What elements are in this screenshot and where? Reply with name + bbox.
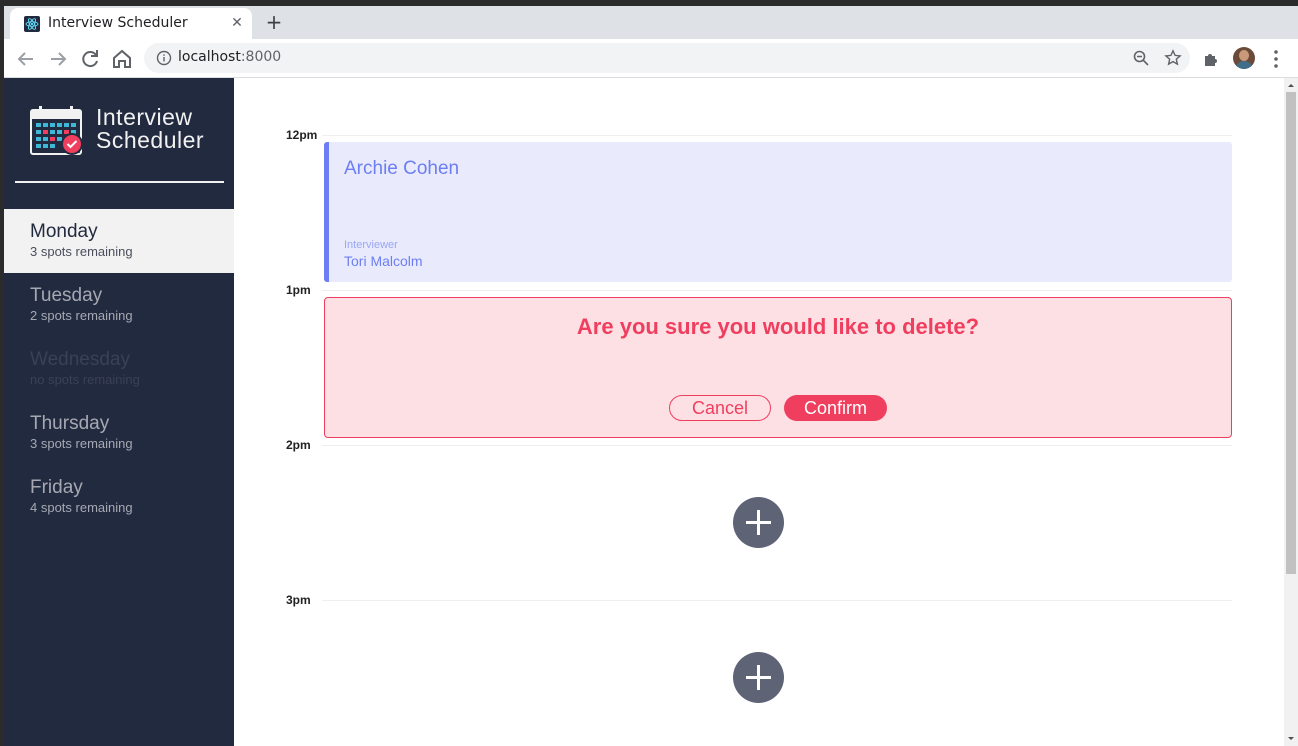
day-name: Thursday [30,413,110,434]
student-name: Archie Cohen [344,158,460,179]
extensions-puzzle-icon[interactable] [1200,47,1224,71]
profile-avatar[interactable] [1233,47,1255,69]
page-content: Interview Scheduler Monday 3 spots remai… [4,78,1298,746]
time-divider [322,600,1232,601]
day-list-item-friday[interactable]: Friday 4 spots remaining [4,465,234,529]
day-list-item-monday[interactable]: Monday 3 spots remaining [4,209,234,273]
info-icon[interactable] [156,50,172,66]
sidebar: Interview Scheduler Monday 3 spots remai… [4,78,234,746]
day-name: Monday [30,221,98,242]
tab-close-icon[interactable]: ✕ [228,14,246,32]
day-spots: 3 spots remaining [30,244,133,259]
day-name: Wednesday [30,349,130,370]
url-port: :8000 [240,49,282,65]
logo-line-2: Scheduler [96,127,205,153]
day-name: Friday [30,477,83,498]
back-arrow-icon[interactable] [14,47,38,71]
reload-icon[interactable] [78,47,102,71]
day-spots: no spots remaining [30,372,140,387]
forward-arrow-icon[interactable] [46,47,70,71]
browser-menu-icon[interactable] [1264,47,1288,71]
time-divider [322,135,1232,136]
sidebar-separator [15,181,224,183]
plus-icon [746,665,771,690]
new-tab-button[interactable]: + [262,10,286,34]
scroll-down-arrow-icon[interactable] [1284,732,1298,746]
day-list-item-tuesday[interactable]: Tuesday 2 spots remaining [4,273,234,337]
react-favicon-icon [24,16,40,32]
cancel-button[interactable]: Cancel [669,395,771,421]
delete-confirm-card: Are you sure you would like to delete? C… [324,297,1232,438]
day-spots: 4 spots remaining [30,500,133,515]
calendar-logo-icon [30,106,83,155]
browser-toolbar: localhost:8000 [4,39,1298,78]
interviewer-name: Tori Malcolm [344,253,423,269]
time-divider [322,445,1232,446]
confirm-button[interactable]: Confirm [784,395,887,421]
logo-line-1: Interview [96,104,193,130]
scroll-up-arrow-icon[interactable] [1284,78,1298,92]
time-label-12pm: 12pm [286,128,318,142]
confirm-message: Are you sure you would like to delete? [576,314,980,339]
interviewer-label: Interviewer [344,239,398,251]
day-list-item-wednesday[interactable]: Wednesday no spots remaining [4,337,234,401]
zoom-icon[interactable] [1132,49,1150,67]
add-appointment-button[interactable] [733,652,784,703]
page-scrollbar[interactable] [1284,78,1298,746]
browser-tab[interactable]: Interview Scheduler ✕ [10,8,252,39]
url-host: localhost [178,49,241,65]
tab-title: Interview Scheduler [48,15,188,31]
schedule: 12pm 1pm 2pm 3pm Archie Cohen Interviewe… [234,78,1284,746]
day-spots: 3 spots remaining [30,436,133,451]
home-icon[interactable] [110,47,134,71]
day-name: Tuesday [30,285,103,306]
bookmark-star-icon[interactable] [1164,49,1182,67]
url-text: localhost:8000 [178,49,281,65]
day-list: Monday 3 spots remaining Tuesday 2 spots… [4,209,234,529]
app-logo-text: Interview Scheduler [96,106,204,152]
day-spots: 2 spots remaining [30,308,133,323]
time-label-3pm: 3pm [286,593,311,607]
address-bar[interactable]: localhost:8000 [144,43,1190,73]
day-list-item-thursday[interactable]: Thursday 3 spots remaining [4,401,234,465]
plus-icon [746,510,771,535]
add-appointment-button[interactable] [733,497,784,548]
scrollbar-thumb[interactable] [1286,92,1296,574]
appointment-card[interactable]: Archie Cohen Interviewer Tori Malcolm [324,142,1232,282]
time-label-2pm: 2pm [286,438,311,452]
tab-strip: Interview Scheduler ✕ + [4,6,1298,39]
time-label-1pm: 1pm [286,283,311,297]
time-divider [322,290,1232,291]
browser-window: Interview Scheduler ✕ + localhost:8000 I… [4,6,1298,746]
